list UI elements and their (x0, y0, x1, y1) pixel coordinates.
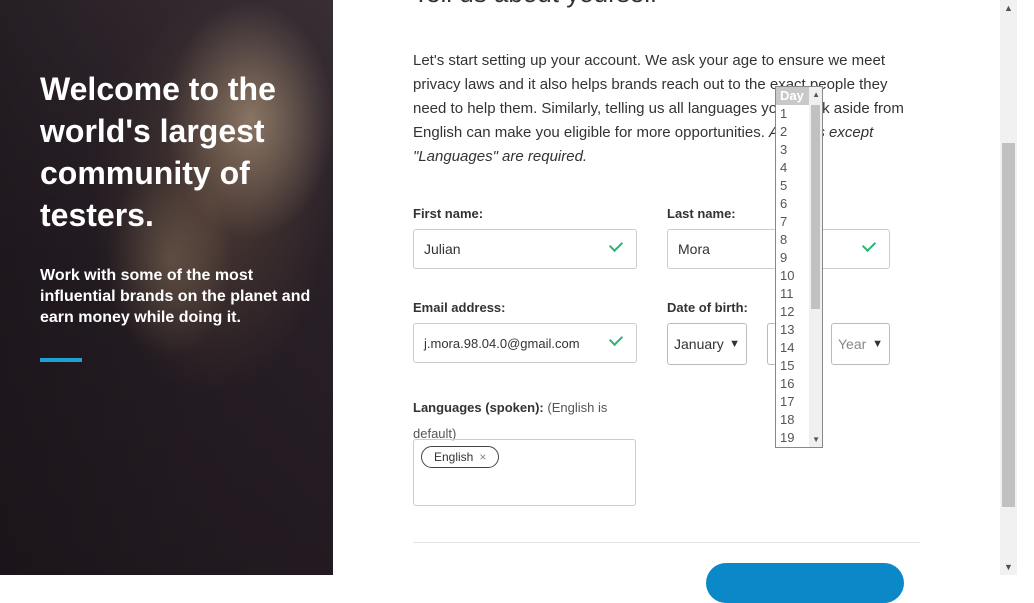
scroll-down-icon[interactable]: ▼ (1004, 562, 1013, 572)
language-chip-label: English (434, 450, 474, 464)
last-name-value: Mora (678, 241, 710, 257)
email-value: j.mora.98.04.0@gmail.com (424, 335, 580, 351)
year-value: Year (838, 336, 867, 352)
scroll-up-icon[interactable]: ▲ (812, 90, 820, 99)
page-title: Tell us about yourself (413, 0, 657, 9)
dropdown-scroll-thumb[interactable] (811, 105, 820, 309)
languages-label: Languages (spoken): (413, 400, 544, 415)
last-name-label: Last name: (667, 206, 736, 221)
scroll-up-icon[interactable]: ▲ (1004, 3, 1013, 13)
page-scrollbar[interactable]: ▲ ▼ (1000, 0, 1017, 575)
first-name-field[interactable]: Julian (413, 229, 637, 269)
continue-button[interactable] (706, 563, 904, 603)
page-scroll-thumb[interactable] (1002, 143, 1015, 507)
check-icon (608, 237, 624, 253)
hero-panel: Welcome to the world's largest community… (0, 0, 333, 575)
month-value: January (674, 336, 724, 352)
year-select[interactable]: Year ▼ (831, 323, 890, 365)
day-dropdown-list[interactable]: Day 1 2 3 4 5 6 7 8 9 10 11 12 13 14 15 16 17 18 19 ▲ ▼ (775, 86, 823, 448)
languages-input[interactable]: English × (413, 439, 636, 506)
scroll-down-icon[interactable]: ▼ (812, 435, 820, 444)
hero-subtitle: Work with some of the most influential b… (40, 267, 311, 326)
chevron-down-icon: ▼ (872, 338, 883, 350)
check-icon (608, 331, 624, 347)
email-field[interactable]: j.mora.98.04.0@gmail.com (413, 323, 637, 363)
intro-paragraph: Let's start setting up your account. We … (413, 49, 913, 169)
check-icon (861, 237, 877, 253)
hero-title: Welcome to the world's largest community… (40, 71, 276, 233)
first-name-label: First name: (413, 206, 484, 221)
main-content: Tell us about yourself Let's start setti… (333, 0, 1000, 603)
dropdown-scrollbar[interactable]: ▲ ▼ (809, 87, 822, 447)
day-option[interactable]: Day (776, 87, 810, 105)
language-chip-english[interactable]: English × (421, 446, 500, 468)
hero-accent-bar (40, 358, 82, 362)
month-select[interactable]: January ▼ (667, 323, 747, 365)
form-divider (413, 542, 920, 543)
remove-icon[interactable]: × (479, 450, 486, 464)
email-label: Email address: (413, 300, 506, 315)
dob-label: Date of birth: (667, 300, 748, 315)
chevron-down-icon: ▼ (729, 338, 740, 350)
first-name-value: Julian (424, 241, 461, 257)
